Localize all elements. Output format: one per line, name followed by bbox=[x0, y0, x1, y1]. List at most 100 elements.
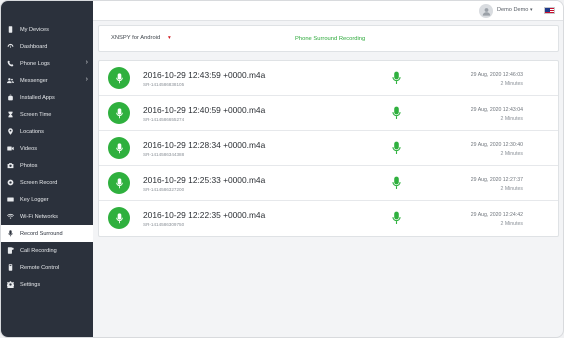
phone-logs-icon bbox=[4, 58, 16, 70]
sidebar-item-label: Record Surround bbox=[20, 230, 63, 237]
recording-duration: 2 Minutes bbox=[500, 221, 524, 227]
user-name[interactable]: Demo Demo bbox=[497, 7, 528, 13]
sidebar-item-label: My Devices bbox=[20, 26, 49, 33]
recording-file-name: 2016-10-29 12:28:34 +0000.m4a bbox=[143, 140, 266, 150]
microphone-icon bbox=[115, 107, 123, 118]
microphone-icon[interactable] bbox=[391, 141, 402, 155]
chevron-down-icon[interactable]: ▾ bbox=[168, 35, 171, 41]
location-pin-icon bbox=[4, 126, 16, 138]
phone-icon bbox=[4, 24, 16, 36]
sidebar-item-label: Messenger bbox=[20, 77, 48, 84]
recording-file-name: 2016-10-29 12:40:59 +0000.m4a bbox=[143, 105, 266, 115]
sidebar-item-locations[interactable]: Locations bbox=[1, 123, 93, 140]
play-recording-button[interactable] bbox=[108, 67, 130, 89]
sidebar-item-screen-time[interactable]: Screen Time bbox=[1, 106, 93, 123]
recording-id: SR-1414586344388 bbox=[143, 152, 185, 157]
app-window: My Devices Dashboard Phone Logs › Messenger ›… bbox=[0, 0, 564, 338]
sidebar-item-label: Screen Time bbox=[20, 111, 52, 118]
dashboard-icon bbox=[4, 41, 16, 53]
sidebar-item-wi-fi-networks[interactable]: Wi-Fi Networks bbox=[1, 208, 93, 225]
hourglass-icon bbox=[4, 109, 16, 121]
microphone-icon[interactable] bbox=[391, 106, 402, 120]
sidebar-item-my-devices[interactable]: My Devices bbox=[1, 21, 93, 38]
apps-icon bbox=[4, 92, 16, 104]
sidebar-item-call-recording[interactable]: Call Recording bbox=[1, 242, 93, 259]
recording-date: 29 Aug, 2020 12:43:04 bbox=[470, 107, 523, 113]
chevron-right-icon: › bbox=[85, 59, 88, 66]
list-item[interactable]: 2016-10-29 12:43:59 +0000.m4a SR-14145868… bbox=[99, 61, 558, 96]
microphone-icon[interactable] bbox=[391, 71, 402, 85]
sidebar-item-label: Wi-Fi Networks bbox=[20, 213, 58, 220]
microphone-icon[interactable] bbox=[391, 211, 402, 225]
sidebar-item-record-surround[interactable]: Record Surround bbox=[1, 225, 93, 242]
sidebar-item-label: Installed Apps bbox=[20, 94, 55, 101]
play-recording-button[interactable] bbox=[108, 137, 130, 159]
microphone-icon[interactable] bbox=[391, 176, 402, 190]
play-recording-button[interactable] bbox=[108, 207, 130, 229]
gear-icon bbox=[4, 279, 16, 291]
list-item[interactable]: 2016-10-29 12:40:59 +0000.m4a SR-14145866… bbox=[99, 96, 558, 131]
sidebar-item-label: Settings bbox=[20, 281, 41, 288]
user-icon bbox=[482, 7, 490, 16]
sidebar-item-photos[interactable]: Photos bbox=[1, 157, 93, 174]
sidebar: My Devices Dashboard Phone Logs › Messenger ›… bbox=[1, 1, 93, 337]
play-recording-button[interactable] bbox=[108, 172, 130, 194]
recording-id: SR-1414586327200 bbox=[143, 187, 185, 192]
keyboard-icon bbox=[4, 194, 16, 206]
list-item[interactable]: 2016-10-29 12:28:34 +0000.m4a SR-14145863… bbox=[99, 131, 558, 166]
recording-id: SR-1414586309750 bbox=[143, 222, 185, 227]
recording-file-name: 2016-10-29 12:43:59 +0000.m4a bbox=[143, 70, 266, 80]
sidebar-item-videos[interactable]: Videos bbox=[1, 140, 93, 157]
us-flag-icon[interactable] bbox=[544, 7, 555, 14]
camera-icon bbox=[4, 160, 16, 172]
sidebar-item-label: Photos bbox=[20, 162, 38, 169]
recordings-list: 2016-10-29 12:43:59 +0000.m4a SR-14145868… bbox=[98, 60, 559, 237]
microphone-icon bbox=[115, 72, 123, 83]
page-title: Phone Surround Recording bbox=[295, 36, 366, 42]
device-selector[interactable]: XNSPY for Android bbox=[111, 35, 160, 41]
sidebar-item-screen-record[interactable]: Screen Record bbox=[1, 174, 93, 191]
recording-duration: 2 Minutes bbox=[500, 81, 524, 87]
recording-id: SR-1414586838105 bbox=[143, 82, 185, 87]
video-icon bbox=[4, 143, 16, 155]
microphone-icon bbox=[115, 177, 123, 188]
top-bar: Demo Demo ▾ bbox=[93, 1, 563, 21]
wifi-icon bbox=[4, 211, 16, 223]
header-card: XNSPY for Android ▾ Phone Surround Recor… bbox=[98, 25, 559, 52]
sidebar-item-label: Locations bbox=[20, 128, 44, 135]
play-recording-button[interactable] bbox=[108, 102, 130, 124]
recording-id: SR-1414586655274 bbox=[143, 117, 185, 122]
sidebar-item-settings[interactable]: Settings bbox=[1, 276, 93, 293]
list-item[interactable]: 2016-10-29 12:25:33 +0000.m4a SR-14145863… bbox=[99, 166, 558, 201]
sidebar-item-label: Key Logger bbox=[20, 196, 49, 203]
users-icon bbox=[4, 75, 16, 87]
record-icon bbox=[4, 177, 16, 189]
sidebar-item-installed-apps[interactable]: Installed Apps bbox=[1, 89, 93, 106]
microphone-icon bbox=[115, 212, 123, 223]
recording-date: 29 Aug, 2020 12:24:42 bbox=[470, 212, 523, 218]
avatar[interactable] bbox=[479, 4, 493, 18]
sidebar-item-label: Remote Control bbox=[20, 264, 60, 271]
recording-file-name: 2016-10-29 12:22:35 +0000.m4a bbox=[143, 210, 266, 220]
recording-duration: 2 Minutes bbox=[500, 116, 524, 122]
chevron-down-icon[interactable]: ▾ bbox=[530, 7, 533, 13]
list-item[interactable]: 2016-10-29 12:22:35 +0000.m4a SR-14145863… bbox=[99, 201, 558, 236]
sidebar-item-label: Phone Logs bbox=[20, 60, 50, 67]
recording-duration: 2 Minutes bbox=[500, 151, 524, 157]
microphone-icon bbox=[115, 142, 123, 153]
recording-date: 29 Aug, 2020 12:46:03 bbox=[470, 72, 523, 78]
microphone-icon bbox=[4, 228, 16, 240]
sidebar-item-remote-control[interactable]: Remote Control bbox=[1, 259, 93, 276]
sidebar-item-label: Call Recording bbox=[20, 247, 57, 254]
call-recording-icon bbox=[4, 245, 16, 257]
sidebar-item-phone-logs[interactable]: Phone Logs › bbox=[1, 55, 93, 72]
remote-control-icon bbox=[4, 262, 16, 274]
sidebar-item-label: Screen Record bbox=[20, 179, 58, 186]
sidebar-item-messenger[interactable]: Messenger › bbox=[1, 72, 93, 89]
recording-file-name: 2016-10-29 12:25:33 +0000.m4a bbox=[143, 175, 266, 185]
recording-date: 29 Aug, 2020 12:27:37 bbox=[470, 177, 523, 183]
sidebar-item-key-logger[interactable]: Key Logger bbox=[1, 191, 93, 208]
sidebar-item-dashboard[interactable]: Dashboard bbox=[1, 38, 93, 55]
recording-date: 29 Aug, 2020 12:30:40 bbox=[470, 142, 523, 148]
sidebar-item-label: Videos bbox=[20, 145, 38, 152]
